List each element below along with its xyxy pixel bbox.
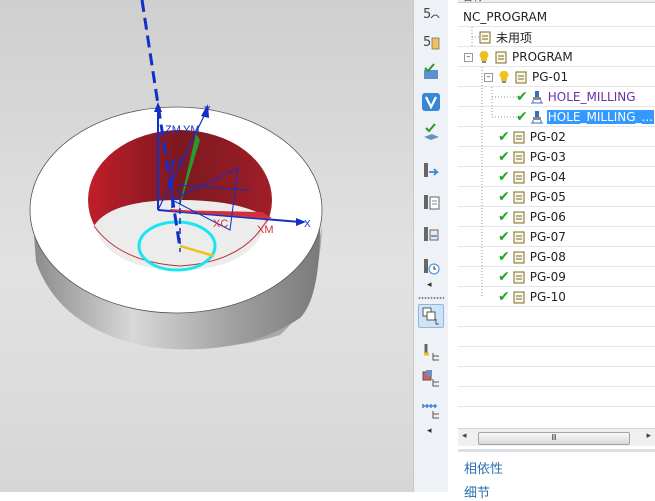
toolbar-overflow-icon-2[interactable]: ◂	[427, 426, 432, 436]
tree-row-program-group[interactable]: ✔ PG-04	[498, 167, 655, 187]
check-icon: ✔	[498, 249, 510, 265]
hole-milling-operation-icon	[530, 90, 544, 104]
tree-label-program-group: PG-09	[529, 270, 566, 284]
tree-row-program-group[interactable]: ✔ PG-07	[498, 227, 655, 247]
collapse-icon[interactable]: –	[464, 52, 473, 62]
warning-bulb-icon	[497, 70, 511, 84]
check-icon: ✔	[498, 189, 510, 205]
tree-row-program-group[interactable]: ✔ PG-09	[498, 267, 655, 287]
axis-label-x: X	[304, 219, 311, 230]
tree-label-operation: HOLE_MILLING	[547, 90, 636, 104]
toolbar-overflow-icon[interactable]: ◂	[427, 280, 432, 290]
tree-row-program[interactable]: – PROGRAM	[464, 47, 655, 67]
part-model: ZM YM YC XC XM Y X	[29, 0, 323, 350]
tree-label-program-group: PG-07	[529, 230, 566, 244]
shop-doc-icon[interactable]	[418, 190, 444, 214]
geometry-icon[interactable]	[418, 60, 444, 84]
post-process-icon[interactable]	[418, 158, 444, 182]
tree-label-program-group: PG-04	[529, 170, 566, 184]
program-group-icon	[512, 190, 526, 204]
tree-label-program-group: PG-06	[529, 210, 566, 224]
tree-row-pg01[interactable]: – PG-01	[484, 67, 655, 87]
scroll-right-icon[interactable]: ▸	[646, 431, 651, 441]
collapse-icon[interactable]: –	[484, 72, 493, 82]
geometry-view-icon[interactable]	[418, 366, 444, 390]
program-group-icon	[478, 30, 492, 44]
dependencies-panel-header[interactable]: 相依性	[464, 458, 503, 477]
check-icon: ✔	[498, 149, 510, 165]
tree-row-program-group[interactable]: ✔ PG-02	[498, 127, 655, 147]
simulate-icon[interactable]	[418, 120, 444, 144]
verify-toolpath-icon[interactable]	[418, 90, 444, 114]
tree-label-program-group: PG-10	[529, 290, 566, 304]
svg-text:5: 5	[423, 35, 431, 50]
graphics-viewport[interactable]: ZM YM YC XC XM Y X	[0, 0, 413, 492]
axis-label-ym: YM	[183, 124, 200, 136]
program-group-icon	[512, 230, 526, 244]
axis-label-zm: ZM	[165, 124, 181, 136]
tree-row-root[interactable]: NC_PROGRAM	[462, 7, 655, 27]
tree-row-operation[interactable]: ✔ HOLE_MILLING	[516, 87, 655, 107]
svg-text:5: 5	[423, 7, 431, 22]
tree-label-root: NC_PROGRAM	[463, 10, 548, 24]
operation-tree: NC_PROGRAM 未用项 – PROGRAM – PG-01 ✔ HOLE_…	[458, 7, 655, 425]
toolbar-grip[interactable]	[418, 296, 444, 300]
output-cls-icon[interactable]	[418, 222, 444, 246]
machine-tool-view-icon[interactable]	[418, 340, 444, 364]
scroll-left-icon[interactable]: ◂	[462, 431, 467, 441]
axis-label-y: Y	[204, 105, 211, 116]
axis-label-xc: XC	[213, 218, 228, 230]
check-icon: ✔	[498, 169, 510, 185]
column-header-name[interactable]: 名称	[458, 0, 655, 3]
tree-row-program-group[interactable]: ✔ PG-08	[498, 247, 655, 267]
program-order-icon[interactable]: 5	[418, 2, 444, 26]
check-icon: ✔	[498, 209, 510, 225]
tree-row-operation-selected[interactable]: ✔ HOLE_MILLING_...	[516, 107, 655, 127]
tree-label-program-group: PG-05	[529, 190, 566, 204]
tree-row-program-group[interactable]: ✔ PG-05	[498, 187, 655, 207]
program-order-view-icon[interactable]	[418, 304, 444, 328]
tree-label-pg01: PG-01	[532, 70, 569, 84]
check-icon: ✔	[498, 129, 510, 145]
tree-label-program-group: PG-08	[529, 250, 566, 264]
check-icon: ✔	[498, 229, 510, 245]
machine-tool-icon[interactable]: 5	[418, 30, 444, 54]
horizontal-scrollbar[interactable]: ◂ Ⅲ ▸	[458, 428, 655, 446]
program-group-icon	[512, 130, 526, 144]
machining-method-view-icon[interactable]	[418, 398, 444, 422]
program-group-icon	[494, 50, 508, 64]
check-icon: ✔	[498, 289, 510, 305]
check-icon: ✔	[516, 89, 528, 105]
warning-bulb-icon	[477, 50, 491, 64]
axis-label-yc: YC	[170, 157, 185, 169]
operation-navigator: 名称 NC_PROGRAM 未用项 – PRO	[448, 0, 655, 501]
panel-splitter[interactable]	[458, 449, 655, 452]
program-group-icon	[512, 290, 526, 304]
tree-label-program-group: PG-03	[529, 150, 566, 164]
tree-label-program-group: PG-02	[529, 130, 566, 144]
hole-milling-operation-icon	[530, 110, 544, 124]
program-group-icon	[512, 170, 526, 184]
feeds-speeds-icon[interactable]	[418, 254, 444, 278]
scrollbar-thumb[interactable]: Ⅲ	[478, 432, 630, 445]
resource-toolbar: 5 5 ◂ ◂	[413, 0, 449, 492]
program-group-icon	[512, 150, 526, 164]
tree-row-program-group[interactable]: ✔ PG-06	[498, 207, 655, 227]
axis-label-xm: XM	[257, 224, 274, 236]
tree-row-unused[interactable]: 未用项	[478, 27, 655, 47]
tree-row-program-group[interactable]: ✔ PG-10	[498, 287, 655, 307]
program-group-icon	[512, 250, 526, 264]
program-group-icon	[514, 70, 528, 84]
tree-row-program-group[interactable]: ✔ PG-03	[498, 147, 655, 167]
tree-label-unused: 未用项	[496, 30, 533, 45]
program-group-icon	[512, 270, 526, 284]
tree-label-program: PROGRAM	[512, 50, 573, 64]
check-icon: ✔	[498, 269, 510, 285]
check-icon: ✔	[516, 109, 528, 125]
program-group-icon	[512, 210, 526, 224]
tree-label-operation-selected: HOLE_MILLING_...	[546, 110, 654, 124]
